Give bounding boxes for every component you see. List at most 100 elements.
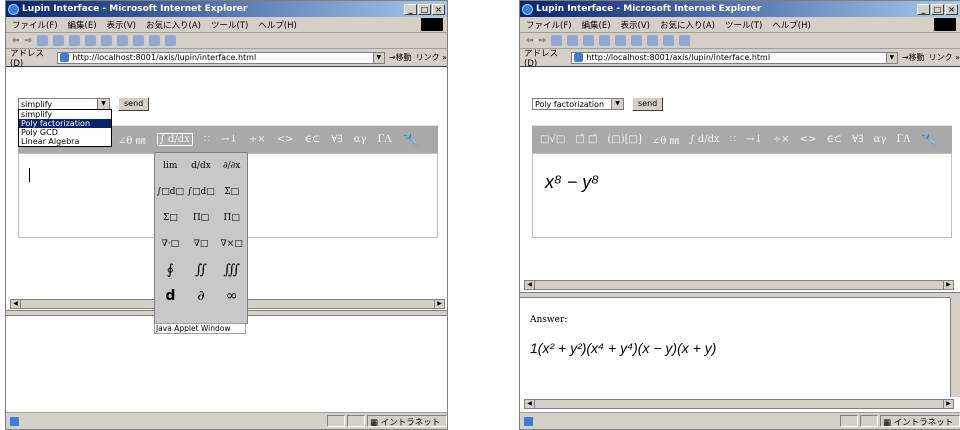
search-icon[interactable] [599, 35, 611, 46]
horizontal-scrollbar-bottom[interactable]: ◀ ▶ [524, 399, 954, 409]
history-icon[interactable] [117, 35, 129, 46]
edit-icon[interactable] [679, 35, 691, 46]
palette-angle[interactable]: ∠θ ㎜ [652, 132, 680, 147]
menu-tools[interactable]: ツール(T) [211, 19, 248, 31]
symbol-product-lower[interactable]: Π□ [223, 213, 239, 223]
scroll-left-icon[interactable]: ◀ [525, 281, 535, 289]
mail-icon[interactable] [647, 35, 659, 46]
palette-arrows[interactable]: →↓ [746, 134, 763, 145]
print-icon[interactable] [149, 35, 161, 46]
symbol-triple-integral[interactable]: ∭ [223, 262, 240, 278]
symbol-contour-integral[interactable]: ∮ [167, 262, 174, 278]
edit-icon[interactable] [165, 35, 177, 46]
palette-sets[interactable]: ∈⊂ [304, 134, 320, 145]
go-button[interactable]: →移動 [389, 52, 412, 63]
symbol-sum-lower[interactable]: Σ□ [163, 213, 178, 223]
menu-file[interactable]: ファイル(F) [526, 19, 572, 31]
scroll-right-icon[interactable]: ▶ [434, 300, 444, 308]
palette-greek-upper[interactable]: ΓΛ [377, 134, 391, 145]
palette-matrix[interactable]: ∷ [730, 134, 736, 145]
close-button[interactable]: × [432, 3, 445, 15]
menu-edit[interactable]: 編集(E) [582, 19, 611, 31]
scroll-left-icon[interactable]: ◀ [11, 300, 21, 308]
symbol-curl[interactable]: ∇×□ [220, 239, 242, 249]
scroll-right-icon[interactable]: ▶ [943, 281, 953, 289]
forward-icon[interactable]: ⇨ [25, 36, 33, 46]
palette-angle[interactable]: ∠θ ㎜ [118, 132, 146, 147]
menu-file[interactable]: ファイル(F) [12, 19, 58, 31]
symbol-divergence[interactable]: ∇·□ [162, 239, 180, 249]
send-button[interactable]: send [118, 97, 150, 111]
favorites-icon[interactable] [101, 35, 113, 46]
title-bar[interactable]: Lupin Interface - Microsoft Internet Exp… [520, 1, 960, 17]
palette-sets[interactable]: ∈⊂ [826, 134, 842, 145]
palette-brackets[interactable]: (□)[□] [607, 134, 642, 145]
symbol-gradient[interactable]: ∇□ [194, 239, 209, 249]
history-icon[interactable] [631, 35, 643, 46]
back-icon[interactable]: ⇦ [526, 36, 534, 46]
maximize-button[interactable]: □ [931, 3, 944, 15]
operation-select[interactable]: Poly factorization ▼ [532, 98, 624, 110]
wrench-icon[interactable]: 🔧 [403, 132, 420, 148]
symbol-infinity[interactable]: ∞ [226, 288, 238, 304]
math-editor[interactable]: x⁸ − y⁸ [532, 153, 952, 238]
palette-relations[interactable]: <> [277, 134, 294, 145]
symbol-partial[interactable]: ∂ [197, 288, 204, 304]
symbol-partial-derivative[interactable]: ∂/∂x [223, 161, 240, 171]
option-poly-gcd[interactable]: Poly GCD [19, 128, 111, 137]
chevron-down-icon[interactable]: ▼ [372, 52, 384, 63]
palette-greek-lower[interactable]: αγ [354, 134, 367, 145]
menu-edit[interactable]: 編集(E) [68, 19, 97, 31]
palette-operators[interactable]: ÷× [249, 134, 266, 145]
search-icon[interactable] [85, 35, 97, 46]
palette-greek-lower[interactable]: αγ [874, 134, 887, 145]
refresh-icon[interactable] [53, 35, 65, 46]
palette-logic[interactable]: ∀∃ [852, 134, 863, 145]
symbol-d[interactable]: d [165, 288, 175, 304]
menu-favorites[interactable]: お気に入り(A) [660, 19, 715, 31]
stop-icon[interactable] [37, 35, 49, 46]
stop-icon[interactable] [551, 35, 563, 46]
option-simplify[interactable]: simplify [19, 110, 111, 119]
chevron-down-icon[interactable]: ▼ [885, 52, 897, 63]
palette-operators[interactable]: ÷× [773, 134, 790, 145]
symbol-integral[interactable]: ∫□d□ [157, 187, 184, 197]
palette-arrows[interactable]: →↓ [221, 134, 238, 145]
menu-help[interactable]: ヘルプ(H) [772, 19, 811, 31]
chevron-down-icon[interactable]: ▼ [611, 99, 623, 109]
links-button[interactable]: リンク » [416, 52, 447, 63]
palette-accents[interactable]: □̄ □̂ [575, 134, 597, 145]
symbol-double-integral[interactable]: ∬ [195, 262, 207, 278]
chevron-down-icon[interactable]: ▼ [97, 99, 109, 109]
palette-calculus[interactable]: ∫ d/dx [689, 134, 719, 145]
forward-icon[interactable]: ⇨ [539, 36, 547, 46]
go-button[interactable]: →移動 [902, 52, 925, 63]
send-button[interactable]: send [632, 97, 664, 111]
refresh-icon[interactable] [567, 35, 579, 46]
palette-greek-upper[interactable]: ΓΛ [896, 134, 910, 145]
symbol-definite-integral[interactable]: ∫□d□ [187, 187, 214, 197]
links-button[interactable]: リンク » [929, 52, 960, 63]
close-button[interactable]: × [945, 3, 958, 15]
scroll-right-icon[interactable]: ▶ [943, 400, 953, 408]
option-poly-factorization[interactable]: Poly factorization [19, 119, 111, 128]
menu-view[interactable]: 表示(V) [621, 19, 650, 31]
menu-tools[interactable]: ツール(T) [725, 19, 762, 31]
back-icon[interactable]: ⇦ [12, 36, 20, 46]
symbol-lim[interactable]: lim [163, 161, 177, 171]
address-input[interactable]: http://localhost:8001/axis/lupin/interfa… [571, 51, 898, 64]
symbol-derivative[interactable]: d/dx [191, 161, 211, 171]
mail-icon[interactable] [133, 35, 145, 46]
palette-logic[interactable]: ∀∃ [331, 134, 342, 145]
menu-favorites[interactable]: お気に入り(A) [146, 19, 201, 31]
minimize-button[interactable]: _ [404, 3, 417, 15]
symbol-product[interactable]: Π□ [193, 213, 209, 223]
option-linear-algebra[interactable]: Linear Algebra [19, 137, 111, 146]
symbol-sum[interactable]: Σ□ [224, 187, 239, 197]
palette-relations[interactable]: <> [800, 134, 817, 145]
minimize-button[interactable]: _ [917, 3, 930, 15]
menu-help[interactable]: ヘルプ(H) [258, 19, 297, 31]
home-icon[interactable] [69, 35, 81, 46]
frame-splitter[interactable] [520, 292, 960, 298]
address-input[interactable]: http://localhost:8001/axis/lupin/interfa… [57, 51, 385, 64]
